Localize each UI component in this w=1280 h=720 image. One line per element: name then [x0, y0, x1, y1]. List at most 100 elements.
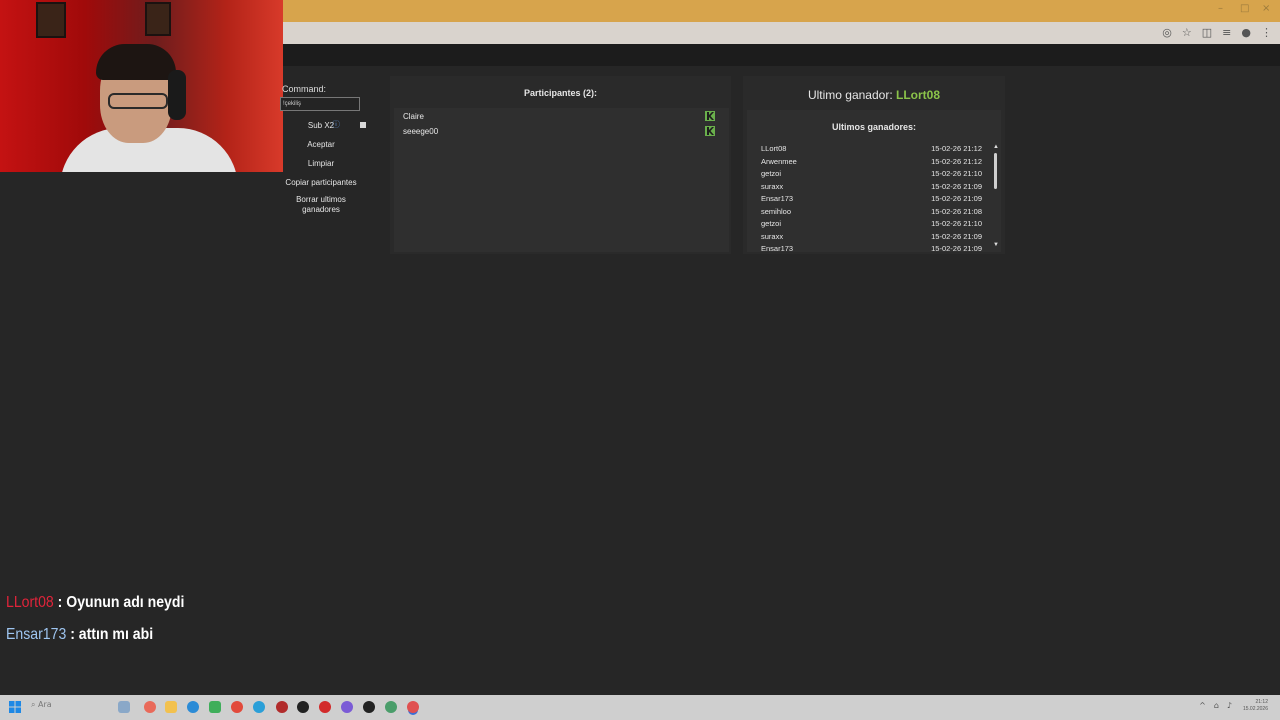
search-placeholder: Ara [38, 700, 52, 709]
copy-participants-button[interactable]: Copiar participantes [280, 178, 362, 188]
command-input[interactable]: !çekiliş [280, 97, 360, 111]
chat-text: Oyunun adı neydi [66, 594, 185, 611]
network-icon[interactable]: ⌂ [1214, 701, 1219, 710]
winner-row: getzoi 15-02-26 21:10 [761, 219, 982, 231]
system-tray: ^ ⌂ ♪ [1199, 701, 1232, 710]
sub-x2-label: Sub X2 [307, 121, 335, 130]
winner-row: LLort08 15-02-26 21:12 [761, 144, 982, 156]
chat-username: Ensar173 [6, 626, 67, 643]
skype-icon[interactable] [253, 701, 265, 713]
discord-icon[interactable] [341, 701, 353, 713]
file-explorer-icon[interactable] [165, 701, 177, 713]
close-button[interactable]: × [1262, 3, 1270, 14]
taskbar: ⌕ Ara ^ ⌂ ♪ 21:12 15.02.2026 [0, 695, 1280, 720]
chat-message: Ensar173 : attın mı abi [6, 626, 153, 644]
copilot-icon[interactable] [144, 701, 156, 713]
taskbar-clock[interactable]: 21:12 15.02.2026 [1243, 699, 1268, 713]
winner-name: LLort08 [761, 144, 787, 153]
windows-start-icon[interactable] [9, 701, 21, 713]
winner-row: Ensar173 15-02-26 21:09 [761, 194, 982, 206]
app-icon[interactable] [276, 701, 288, 713]
kick-app-icon[interactable] [297, 701, 309, 713]
profile-icon[interactable]: ● [1241, 26, 1251, 39]
chat-separator: : [53, 594, 67, 611]
winner-time: 15-02-26 21:12 [931, 144, 982, 153]
chat-separator: : [66, 626, 79, 643]
volume-icon[interactable]: ♪ [1227, 701, 1232, 710]
accept-button[interactable]: Aceptar [280, 140, 362, 150]
scroll-thumb[interactable] [994, 153, 997, 189]
streamer-headset [168, 70, 186, 120]
winner-name: getzoi [761, 169, 782, 178]
streamer-glasses [108, 93, 168, 109]
chevron-up-icon[interactable]: ^ [1199, 701, 1206, 710]
participant-name: Claire [403, 112, 424, 121]
taskbar-search[interactable]: ⌕ Ara [31, 700, 52, 710]
last-winners-title: Ultimos ganadores: [831, 122, 916, 132]
winner-time: 15-02-26 21:09 [931, 231, 982, 241]
winner-name: suraxx [761, 231, 784, 241]
last-winner-heading: Ultimo ganador: LLort08 [743, 88, 1005, 102]
winner-time: 15-02-26 21:09 [931, 181, 982, 191]
app-icon[interactable] [385, 701, 397, 713]
kick-icon[interactable] [705, 111, 715, 121]
winner-row: suraxx 15-02-26 21:09 [761, 182, 982, 194]
winner-row: getzoi 15-02-26 21:10 [761, 169, 982, 181]
clear-button[interactable]: Limpiar [280, 159, 362, 169]
winner-time: 15-02-26 21:12 [931, 156, 982, 166]
wall-poster [36, 2, 66, 38]
active-app-icon[interactable] [407, 701, 419, 713]
winner-name: Arwenmee [761, 156, 797, 166]
wall-poster [145, 2, 171, 36]
last-winner-name: LLort08 [896, 88, 941, 102]
winner-name: getzoi [761, 219, 782, 228]
chrome-icon[interactable] [231, 701, 243, 713]
winner-time: 15-02-26 21:08 [931, 206, 982, 216]
participant-name: seeege00 [403, 127, 439, 136]
more-icon[interactable]: ⋮ [1261, 26, 1272, 39]
participants-title: Participantes (2): [523, 88, 598, 98]
kick-icon[interactable] [705, 126, 715, 136]
opera-icon[interactable] [319, 701, 331, 713]
winner-name: Ensar173 [761, 244, 794, 252]
winner-row: Arwenmee 15-02-26 21:12 [761, 157, 982, 169]
sub-x2-option[interactable]: Sub X2 ⓘ [280, 120, 362, 131]
store-icon[interactable] [209, 701, 221, 713]
winner-time: 15-02-26 21:10 [931, 169, 982, 178]
eye-off-icon[interactable]: ◎ [1162, 26, 1172, 39]
chat-message: LLort08 : Oyunun adı neydi [6, 594, 184, 612]
command-label: Command: [282, 84, 327, 94]
extensions-icon[interactable]: ◫ [1202, 26, 1212, 39]
winner-name: semihloo [761, 206, 792, 216]
participants-panel: Participantes (2): Claire seeege00 [390, 76, 731, 254]
streamer-hair [96, 44, 176, 80]
scrollbar[interactable]: ▲ ▼ [992, 144, 1000, 250]
maximize-button[interactable]: □ [1240, 3, 1249, 14]
scroll-up-icon[interactable]: ▲ [993, 144, 999, 150]
winner-time: 15-02-26 21:10 [931, 219, 982, 228]
winner-time: 15-02-26 21:09 [931, 244, 982, 252]
sub-x2-checkbox[interactable] [360, 122, 366, 128]
obs-icon[interactable] [363, 701, 375, 713]
chat-text: attın mı abi [78, 626, 154, 643]
edge-icon[interactable] [187, 701, 199, 713]
star-icon[interactable]: ☆ [1182, 26, 1192, 39]
minimize-button[interactable]: – [1218, 3, 1223, 14]
scroll-down-icon[interactable]: ▼ [993, 242, 999, 248]
last-winners-list: Ultimos ganadores: LLort08 15-02-26 21:12… [747, 110, 1001, 252]
winner-row: semihloo 15-02-26 21:08 [761, 207, 982, 219]
chat-username: LLort08 [6, 594, 54, 611]
delete-last-winners-button[interactable]: Borrar ultimos ganadores [288, 195, 354, 215]
weather-icon[interactable] [118, 701, 130, 713]
winner-name: Ensar173 [761, 194, 794, 203]
menu-icon[interactable]: ≡ [1222, 26, 1231, 39]
clock-date: 15.02.2026 [1242, 706, 1268, 712]
winner-name: suraxx [761, 181, 784, 191]
info-icon[interactable]: ⓘ [332, 120, 340, 130]
webcam-overlay [0, 0, 283, 172]
last-winner-label: Ultimo ganador: [807, 88, 893, 102]
winner-panel: Ultimo ganador: LLort08 Ultimos ganadore… [743, 76, 1005, 254]
participants-list: Claire seeege00 [394, 108, 729, 252]
winner-time: 15-02-26 21:09 [931, 194, 982, 203]
winner-row: Ensar173 15-02-26 21:09 [761, 244, 982, 252]
